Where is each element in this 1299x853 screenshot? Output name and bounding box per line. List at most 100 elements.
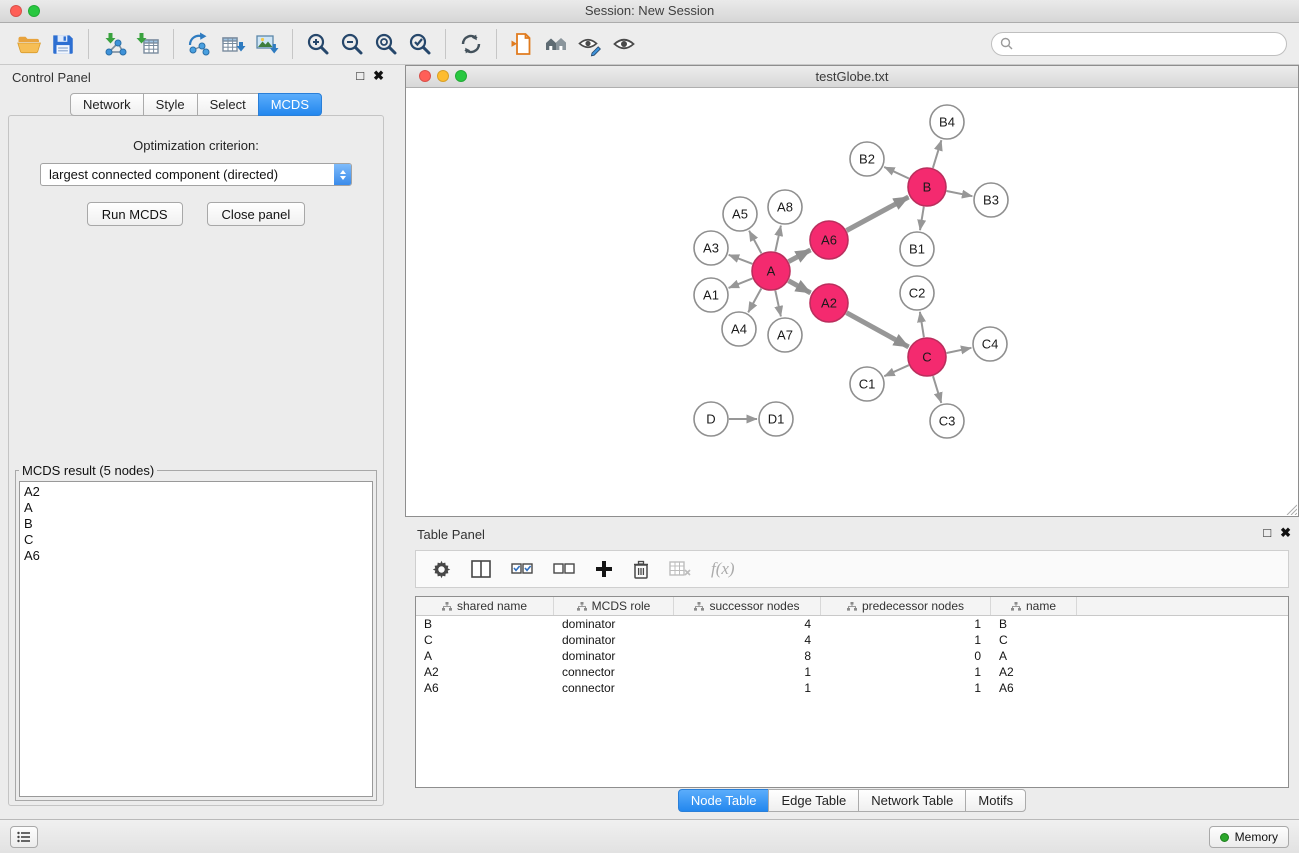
graph-edge-A2-C[interactable] (847, 313, 909, 347)
graph-node-C2[interactable]: C2 (900, 276, 934, 310)
graph-edge-A-A3[interactable] (729, 255, 753, 264)
tab-mcds[interactable]: MCDS (258, 93, 322, 116)
resize-grip[interactable] (1285, 503, 1297, 515)
graph-edge-C-C4[interactable] (947, 348, 972, 353)
graph-node-A5[interactable]: A5 (723, 197, 757, 231)
graph-edge-A-A7[interactable] (775, 291, 781, 317)
memory-label: Memory (1235, 830, 1278, 844)
graph-node-B1[interactable]: B1 (900, 232, 934, 266)
graph-edge-A-A8[interactable] (775, 226, 781, 252)
column-header-predecessor-nodes[interactable]: predecessor nodes (821, 597, 991, 615)
result-item[interactable]: B (24, 516, 368, 532)
houses-button[interactable] (539, 27, 573, 61)
zoom-in-button[interactable] (301, 27, 335, 61)
tab-style[interactable]: Style (143, 93, 198, 116)
graph-node-A[interactable]: A (752, 252, 790, 290)
deselect-all-button[interactable] (553, 562, 575, 576)
graph-edge-A-A4[interactable] (748, 289, 761, 313)
tab-network-table[interactable]: Network Table (858, 789, 966, 812)
result-item[interactable]: A2 (24, 484, 368, 500)
graph-node-B[interactable]: B (908, 168, 946, 206)
graph-edge-B-B4[interactable] (933, 140, 942, 168)
run-mcds-button[interactable]: Run MCDS (87, 202, 183, 226)
graph-edge-B-B3[interactable] (947, 191, 973, 196)
graph-edge-A-A6[interactable] (789, 250, 811, 262)
graph-node-D[interactable]: D (694, 402, 728, 436)
result-item[interactable]: A6 (24, 548, 368, 564)
result-item[interactable]: A (24, 500, 368, 516)
import-table-button[interactable] (131, 27, 165, 61)
save-session-button[interactable] (46, 27, 80, 61)
table-row[interactable]: Bdominator41B (416, 616, 1288, 632)
table-row[interactable]: A2connector11A2 (416, 664, 1288, 680)
graph-edge-A-A1[interactable] (729, 278, 753, 288)
graph-edge-C-C3[interactable] (933, 376, 941, 403)
task-history-button[interactable] (10, 826, 38, 848)
column-header-name[interactable]: name (991, 597, 1077, 615)
table-row[interactable]: Cdominator41C (416, 632, 1288, 648)
graph-node-A4[interactable]: A4 (722, 312, 756, 346)
tab-node-table[interactable]: Node Table (678, 789, 770, 812)
graph-node-B3[interactable]: B3 (974, 183, 1008, 217)
graph-node-C1[interactable]: C1 (850, 367, 884, 401)
close-panel-action-button[interactable]: Close panel (207, 202, 306, 226)
refresh-layout-button[interactable] (454, 27, 488, 61)
float-table-panel-button[interactable]: □ (1263, 526, 1271, 540)
tab-select[interactable]: Select (197, 93, 259, 116)
export-table-button[interactable] (216, 27, 250, 61)
table-row[interactable]: Adominator80A (416, 648, 1288, 664)
svg-text:B3: B3 (983, 193, 999, 208)
graph-edge-B-B2[interactable] (884, 167, 909, 179)
network-canvas[interactable]: B4 B2 B B3 B1 A5 A8A6 A3 A A1 A2 C2 A4 A7 C4 C C1 C3 D D1 (406, 88, 1298, 516)
delete-column-button[interactable] (633, 560, 649, 579)
export-network-button[interactable] (182, 27, 216, 61)
graph-node-C[interactable]: C (908, 338, 946, 376)
graph-edge-C-C1[interactable] (884, 365, 909, 376)
result-item[interactable]: C (24, 532, 368, 548)
graph-edge-C-C2[interactable] (920, 312, 924, 337)
tab-motifs[interactable]: Motifs (965, 789, 1026, 812)
graph-edge-A-A5[interactable] (749, 231, 761, 254)
close-panel-button[interactable]: ✖ (373, 69, 384, 83)
graph-node-B4[interactable]: B4 (930, 105, 964, 139)
float-panel-button[interactable]: □ (356, 69, 364, 83)
zoom-out-button[interactable] (335, 27, 369, 61)
graph-node-B2[interactable]: B2 (850, 142, 884, 176)
graph-node-D1[interactable]: D1 (759, 402, 793, 436)
graph-edge-A-A2[interactable] (789, 281, 811, 293)
memory-button[interactable]: Memory (1209, 826, 1289, 848)
eye-pen-button[interactable] (573, 27, 607, 61)
import-network-button[interactable] (97, 27, 131, 61)
svg-text:C4: C4 (982, 337, 999, 352)
open-file-button[interactable] (12, 27, 46, 61)
graph-node-A6[interactable]: A6 (810, 221, 848, 259)
criterion-dropdown[interactable]: largest connected component (directed) (40, 163, 352, 186)
tab-edge-table[interactable]: Edge Table (768, 789, 859, 812)
eye-button[interactable] (607, 27, 641, 61)
show-columns-button[interactable] (471, 560, 491, 578)
graph-node-A1[interactable]: A1 (694, 278, 728, 312)
search-input[interactable] (1018, 35, 1278, 52)
graph-node-A3[interactable]: A3 (694, 231, 728, 265)
graph-edge-B-B1[interactable] (920, 207, 924, 231)
column-header-shared-name[interactable]: shared name (416, 597, 554, 615)
column-header-MCDS-role[interactable]: MCDS role (554, 597, 674, 615)
graph-node-A7[interactable]: A7 (768, 318, 802, 352)
add-column-button[interactable] (595, 560, 613, 578)
select-all-button[interactable] (511, 562, 533, 576)
zoom-fit-button[interactable] (369, 27, 403, 61)
close-table-panel-button[interactable]: ✖ (1280, 526, 1291, 540)
graph-node-C4[interactable]: C4 (973, 327, 1007, 361)
table-settings-button[interactable] (432, 560, 451, 579)
zoom-selected-button[interactable] (403, 27, 437, 61)
export-image-button[interactable] (250, 27, 284, 61)
column-header-successor-nodes[interactable]: successor nodes (674, 597, 821, 615)
function-builder-button: f(x) (711, 559, 735, 579)
graph-node-C3[interactable]: C3 (930, 404, 964, 438)
network-document-button[interactable] (505, 27, 539, 61)
tab-network[interactable]: Network (70, 93, 144, 116)
graph-edge-A6-B[interactable] (847, 197, 909, 231)
graph-node-A8[interactable]: A8 (768, 190, 802, 224)
table-row[interactable]: A6connector11A6 (416, 680, 1288, 696)
graph-node-A2[interactable]: A2 (810, 284, 848, 322)
